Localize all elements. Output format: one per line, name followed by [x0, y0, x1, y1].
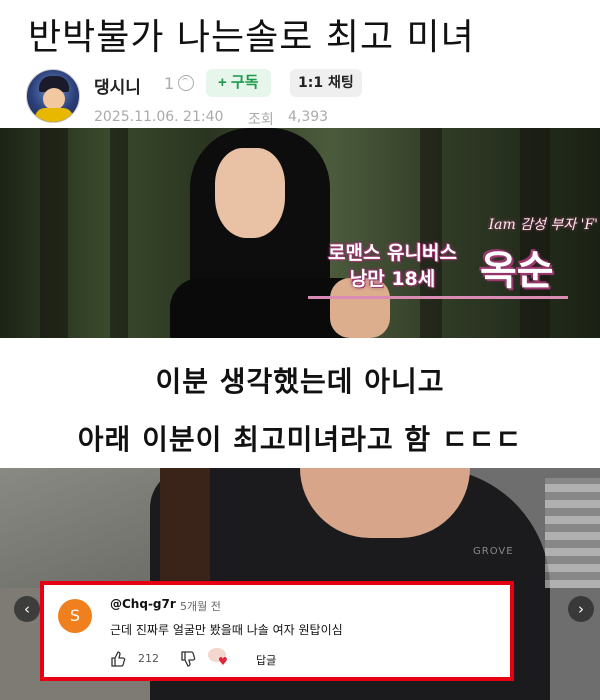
- chat-button[interactable]: 1:1 채팅: [290, 69, 362, 97]
- post-title: 반박불가 나는솔로 최고 미녀: [28, 17, 475, 58]
- post-image-1: Iam 감성 부자 'F' 로맨스 유니버스 낭만 18세 옥순: [0, 128, 600, 338]
- highlighted-comment: S @Chq-g7r 5개월 전 근데 진짜루 얼굴만 봤을때 나솔 여자 원탑…: [40, 581, 514, 681]
- level-badge-icon: [178, 75, 194, 91]
- thumbs-up-icon[interactable]: [110, 651, 126, 671]
- chevron-right-icon[interactable]: ›: [568, 596, 594, 622]
- heart-icon: ♥: [218, 655, 228, 668]
- caption-lines: 로맨스 유니버스 낭만 18세: [305, 240, 480, 292]
- body-line-2: 아래 이분이 최고미녀라고 함 ㄷㄷㄷ: [77, 423, 523, 456]
- body-line-1: 이분 생각했는데 아니고: [155, 365, 445, 398]
- caption-line-1: 로맨스 유니버스: [328, 242, 457, 264]
- caption-name: 옥순: [480, 248, 554, 294]
- like-count: 212: [138, 652, 159, 665]
- caption-line-2: 낭만 18세: [349, 268, 436, 290]
- chevron-left-icon[interactable]: ‹: [14, 596, 40, 622]
- author-name[interactable]: 댕시니: [94, 73, 141, 98]
- commenter-avatar[interactable]: S: [58, 599, 92, 633]
- view-count: 4,393: [288, 109, 329, 125]
- author-avatar[interactable]: [26, 69, 80, 123]
- subscribe-button[interactable]: + 구독: [206, 69, 271, 97]
- post-meta: 댕시니 1 + 구독 1:1 채팅 2025.11.06. 21:40 조회 4…: [26, 67, 586, 128]
- thumbs-down-icon[interactable]: [180, 651, 196, 671]
- caption-underline: [308, 296, 568, 299]
- views-label: 조회: [248, 112, 274, 128]
- comment-time: 5개월 전: [180, 600, 221, 613]
- author-level: 1: [164, 74, 175, 93]
- commenter-name[interactable]: @Chq-g7r: [110, 597, 176, 611]
- caption-small: Iam 감성 부자 'F': [488, 217, 598, 233]
- post-date: 2025.11.06. 21:40: [94, 109, 224, 125]
- comment-actions: 212 ♥ 답글: [110, 648, 490, 671]
- shirt-logo: GROVE: [473, 546, 514, 557]
- comment-text: 근데 진짜루 얼굴만 봤을때 나솔 여자 원탑이심: [110, 623, 343, 637]
- reply-button[interactable]: 답글: [256, 652, 276, 668]
